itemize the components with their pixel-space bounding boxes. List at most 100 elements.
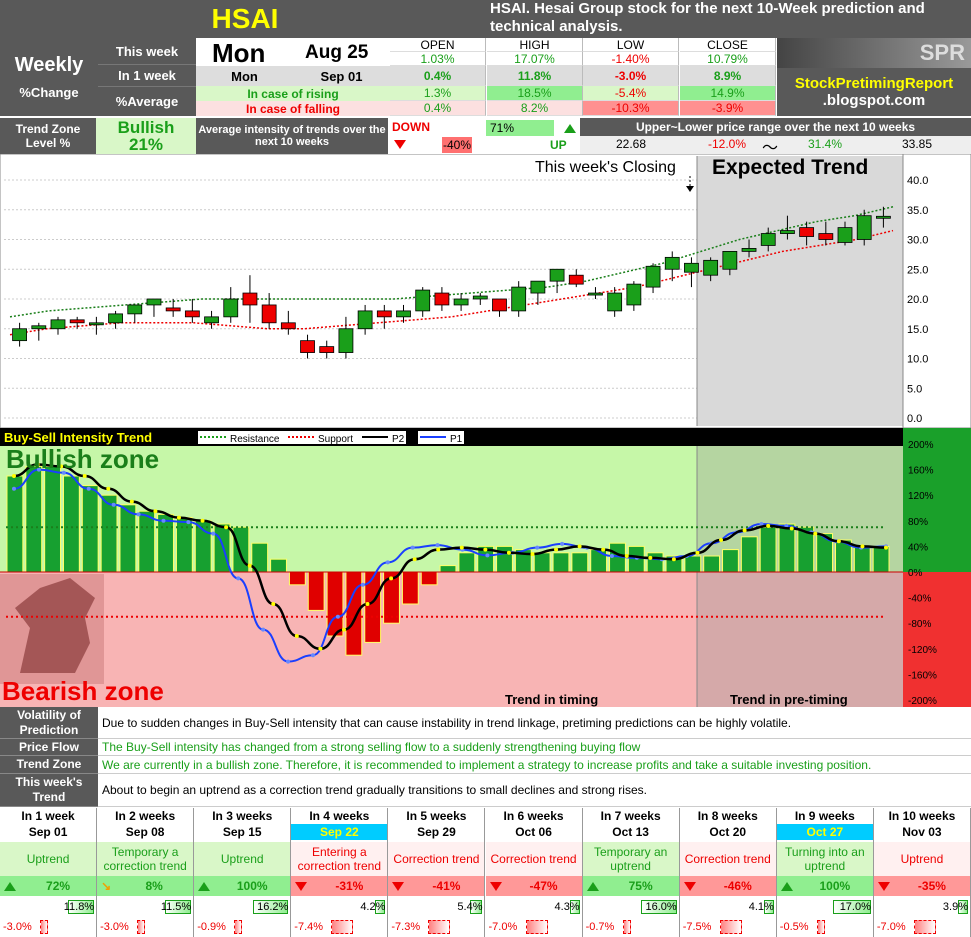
weekly-label: Weekly (14, 54, 84, 76)
intensity-bar (458, 552, 476, 573)
week-high-row: 3.9% (873, 898, 970, 916)
up-arrow-icon (4, 881, 16, 891)
spr-logo: SPR (777, 38, 971, 68)
next-day: Mon (196, 66, 293, 86)
week-high: 5.4% (457, 901, 483, 913)
week-high-row: 4.1% (679, 898, 776, 916)
p1-curve-point (261, 627, 266, 632)
p2-curve-point (176, 515, 181, 520)
week-trend: Temporary a correction trend (97, 842, 194, 876)
candle-body (492, 298, 507, 312)
this-week-label: This week (98, 38, 196, 65)
week-low-row: -0.5% (776, 918, 873, 936)
candle-body (472, 295, 488, 300)
week-label: In 3 weeks (194, 808, 291, 824)
cell-value: 1.03% (390, 52, 486, 66)
candle-body (780, 230, 795, 234)
p2-curve-point (813, 531, 818, 536)
week-pct: 8% (145, 879, 163, 893)
week-column: In 10 weeks Nov 03 Uptrend -35% 3.9% -7.0% (873, 808, 971, 937)
candle-body (530, 280, 546, 294)
week-trend: Correction trend (485, 842, 582, 876)
weekly-box: Weekly %Change (0, 38, 98, 116)
week-date: Sep 29 (388, 824, 485, 840)
date: Aug 25 (305, 42, 369, 63)
week-column: In 5 weeks Sep 29 Correction trend -41% 5.4%… (388, 808, 486, 937)
analysis-label: Volatility of Prediction (0, 707, 98, 739)
candle-body (242, 292, 258, 306)
week-label: In 9 weeks (776, 808, 873, 824)
candle-body (799, 227, 815, 237)
y-tick-label: 15.0 (907, 324, 928, 336)
p2-curve-point (742, 528, 747, 533)
candle-body (549, 268, 565, 282)
p2-curve-point (884, 545, 888, 550)
week-intensity: ↘ 8% (97, 876, 194, 896)
site-line1[interactable]: StockPretimingReport (795, 75, 953, 92)
p2-curve-point (318, 646, 323, 651)
site-line2[interactable]: .blogspot.com (823, 92, 926, 109)
legend-label: Resistance (230, 434, 280, 445)
week-low-row: -3.0% (97, 918, 194, 936)
week-low-bar (719, 920, 742, 934)
pct-change-label: %Change (19, 85, 79, 100)
p2-curve-point (129, 499, 134, 504)
intensity-bar (100, 494, 118, 573)
week-date: Sep 15 (194, 824, 291, 840)
down-arrow-icon (394, 138, 410, 152)
intensity-bar (44, 465, 61, 573)
p2-curve-point (200, 518, 205, 523)
range-low-pct: -12.0% (708, 137, 747, 151)
week-label: In 1 week (0, 808, 97, 824)
rising-label: In case of rising (196, 86, 390, 101)
week-trend: Correction trend (679, 842, 776, 876)
trend-zone-box: Trend Zone Level % (0, 118, 96, 154)
candle-body (88, 322, 104, 326)
up-label: UP (550, 138, 567, 152)
y-tick-label: 0.0 (907, 413, 922, 425)
y-tick-label: 40.0 (907, 175, 928, 187)
candle-body (280, 322, 296, 330)
intensity-bar (590, 549, 608, 573)
legend-label: Support (318, 434, 353, 445)
intensity-bar (552, 552, 570, 573)
week-low-row: -0.7% (582, 918, 679, 936)
cell-value: -3.0% (583, 66, 679, 86)
week-high-row: 11.5% (97, 898, 194, 916)
p1-curve-point (560, 541, 565, 546)
candle-body (223, 298, 239, 318)
down-arrow-icon (489, 881, 502, 891)
cell-value: 8.2% (487, 101, 583, 116)
p2-curve-point (577, 544, 582, 549)
week-intensity: -47% (485, 876, 582, 896)
cell-value: -10.3% (583, 101, 679, 116)
p1-curve-point (310, 653, 315, 658)
intensity-y-tick: 80% (908, 517, 928, 528)
candle-body (453, 298, 469, 306)
candle-body (69, 319, 85, 324)
intensity-bar (759, 526, 777, 573)
week-pct: -31% (335, 879, 364, 893)
intensity-bar (175, 517, 193, 573)
week-high: 17.0% (839, 901, 871, 913)
week-low-row: -0.9% (194, 918, 291, 936)
intensity-title: Buy-Sell Intensity Trend (4, 430, 152, 445)
week-intensity: -46% (679, 876, 776, 896)
cell-value: -1.40% (583, 52, 679, 66)
axis-bear-panel (903, 572, 971, 707)
closing-label: This week's Closing (535, 159, 676, 176)
down-arrow-icon (877, 881, 890, 891)
down-label: DOWN (392, 120, 430, 134)
candle-body (626, 283, 642, 306)
week-pct: 75% (628, 879, 653, 893)
cell-value: 1.3% (390, 86, 486, 101)
candle-body (127, 304, 143, 315)
next-date: Sep 01 (293, 66, 390, 86)
week-pct: -35% (917, 879, 946, 893)
week-date: Sep 01 (0, 824, 97, 840)
p1-curve-point (286, 659, 291, 664)
p1-curve-point (86, 486, 91, 491)
week-low-bar (234, 920, 243, 934)
p1-curve-point (335, 614, 340, 619)
week-high: 4.1% (748, 901, 774, 913)
